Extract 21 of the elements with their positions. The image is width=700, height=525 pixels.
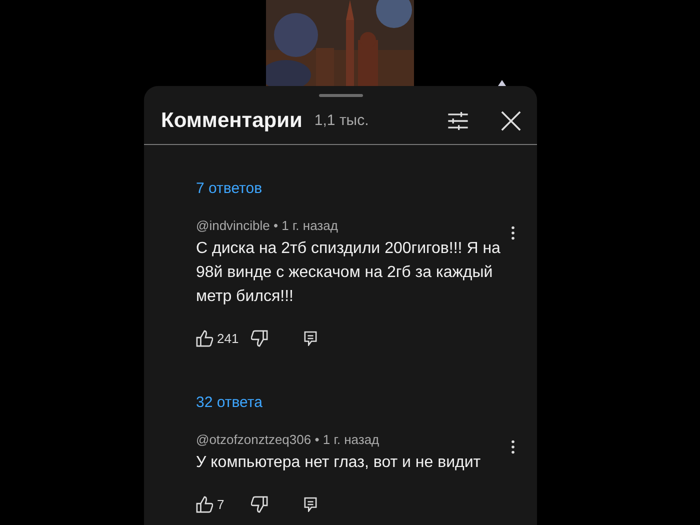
- panel-title: Комментарии: [161, 108, 302, 133]
- drag-handle[interactable]: [318, 94, 362, 98]
- more-icon[interactable]: [511, 440, 515, 454]
- thumbs-up-icon[interactable]: [196, 330, 213, 348]
- replies-link[interactable]: 7 ответов: [196, 168, 262, 209]
- thumbs-down-icon[interactable]: [251, 496, 268, 514]
- filter-icon[interactable]: [448, 112, 468, 130]
- like-count: 7: [217, 497, 226, 512]
- comment-meta: @indvincible • 1 г. назад: [196, 218, 338, 234]
- replies-link[interactable]: 32 ответа: [196, 382, 262, 423]
- reply-icon[interactable]: [304, 331, 317, 346]
- comment-count: 1,1 тыс.: [314, 112, 369, 130]
- comment-meta: @otzofzonztzeq306 • 1 г. назад: [196, 432, 380, 448]
- more-icon[interactable]: [511, 226, 515, 240]
- thumbs-down-icon[interactable]: [251, 330, 268, 348]
- comment-text: С диска на 2тб спиздили 200гигов!!! Я на 98й винде с жескачом на 2гб за каждый метр бился!!!: [196, 238, 502, 307]
- thumbs-up-icon[interactable]: [196, 496, 213, 514]
- like-count: 241: [217, 331, 240, 346]
- close-icon[interactable]: [501, 110, 521, 131]
- comment-text: У компьютера нет глаз, вот и не видит: [196, 452, 482, 473]
- reply-icon[interactable]: [304, 497, 317, 512]
